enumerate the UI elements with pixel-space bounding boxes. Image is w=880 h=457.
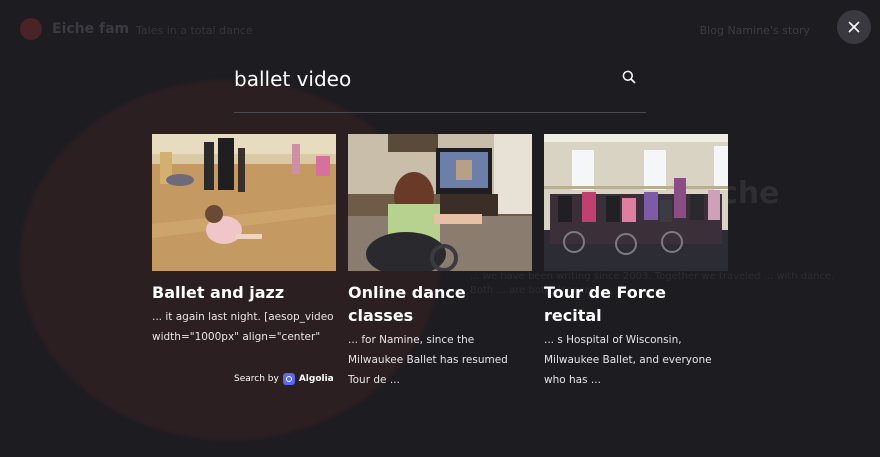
search-attribution[interactable]: Search by Algolia: [234, 373, 334, 385]
search-result-card[interactable]: Online dance classes ... for Namine, sin…: [348, 134, 532, 390]
result-title[interactable]: Ballet and jazz: [152, 281, 336, 304]
attribution-prefix: Search by: [234, 374, 279, 384]
site-nav: Blog Namine's story: [699, 24, 810, 37]
site-brand: Eiche fam: [52, 21, 130, 37]
result-title[interactable]: Online dance classes: [348, 281, 532, 327]
search-input[interactable]: [234, 64, 604, 94]
result-snippet: ... s Hospital of Wisconsin, Milwaukee B…: [544, 334, 712, 386]
close-search-button[interactable]: [837, 10, 871, 44]
result-snippet: ... for Namine, since the Milwaukee Ball…: [348, 334, 508, 386]
search-bar: [234, 56, 646, 113]
result-title[interactable]: Tour de Force recital: [544, 281, 728, 327]
background-title: che: [720, 176, 780, 211]
result-thumbnail[interactable]: [348, 134, 532, 271]
search-icon[interactable]: [622, 70, 636, 84]
algolia-icon: [282, 373, 295, 385]
site-logo: [20, 18, 42, 40]
attribution-provider[interactable]: Algolia: [299, 374, 334, 384]
result-thumbnail[interactable]: [152, 134, 336, 271]
search-result-card[interactable]: Ballet and jazz ... it again last night.…: [152, 134, 336, 347]
site-tagline: Tales in a total dance: [136, 24, 253, 37]
background-header: Eiche fam Tales in a total dance Blog Na…: [0, 0, 880, 60]
result-thumbnail[interactable]: [544, 134, 728, 271]
result-snippet: ... it again last night. [aesop_video wi…: [152, 311, 334, 343]
search-result-card[interactable]: Tour de Force recital ... s Hospital of …: [544, 134, 728, 390]
close-icon: [848, 21, 860, 33]
